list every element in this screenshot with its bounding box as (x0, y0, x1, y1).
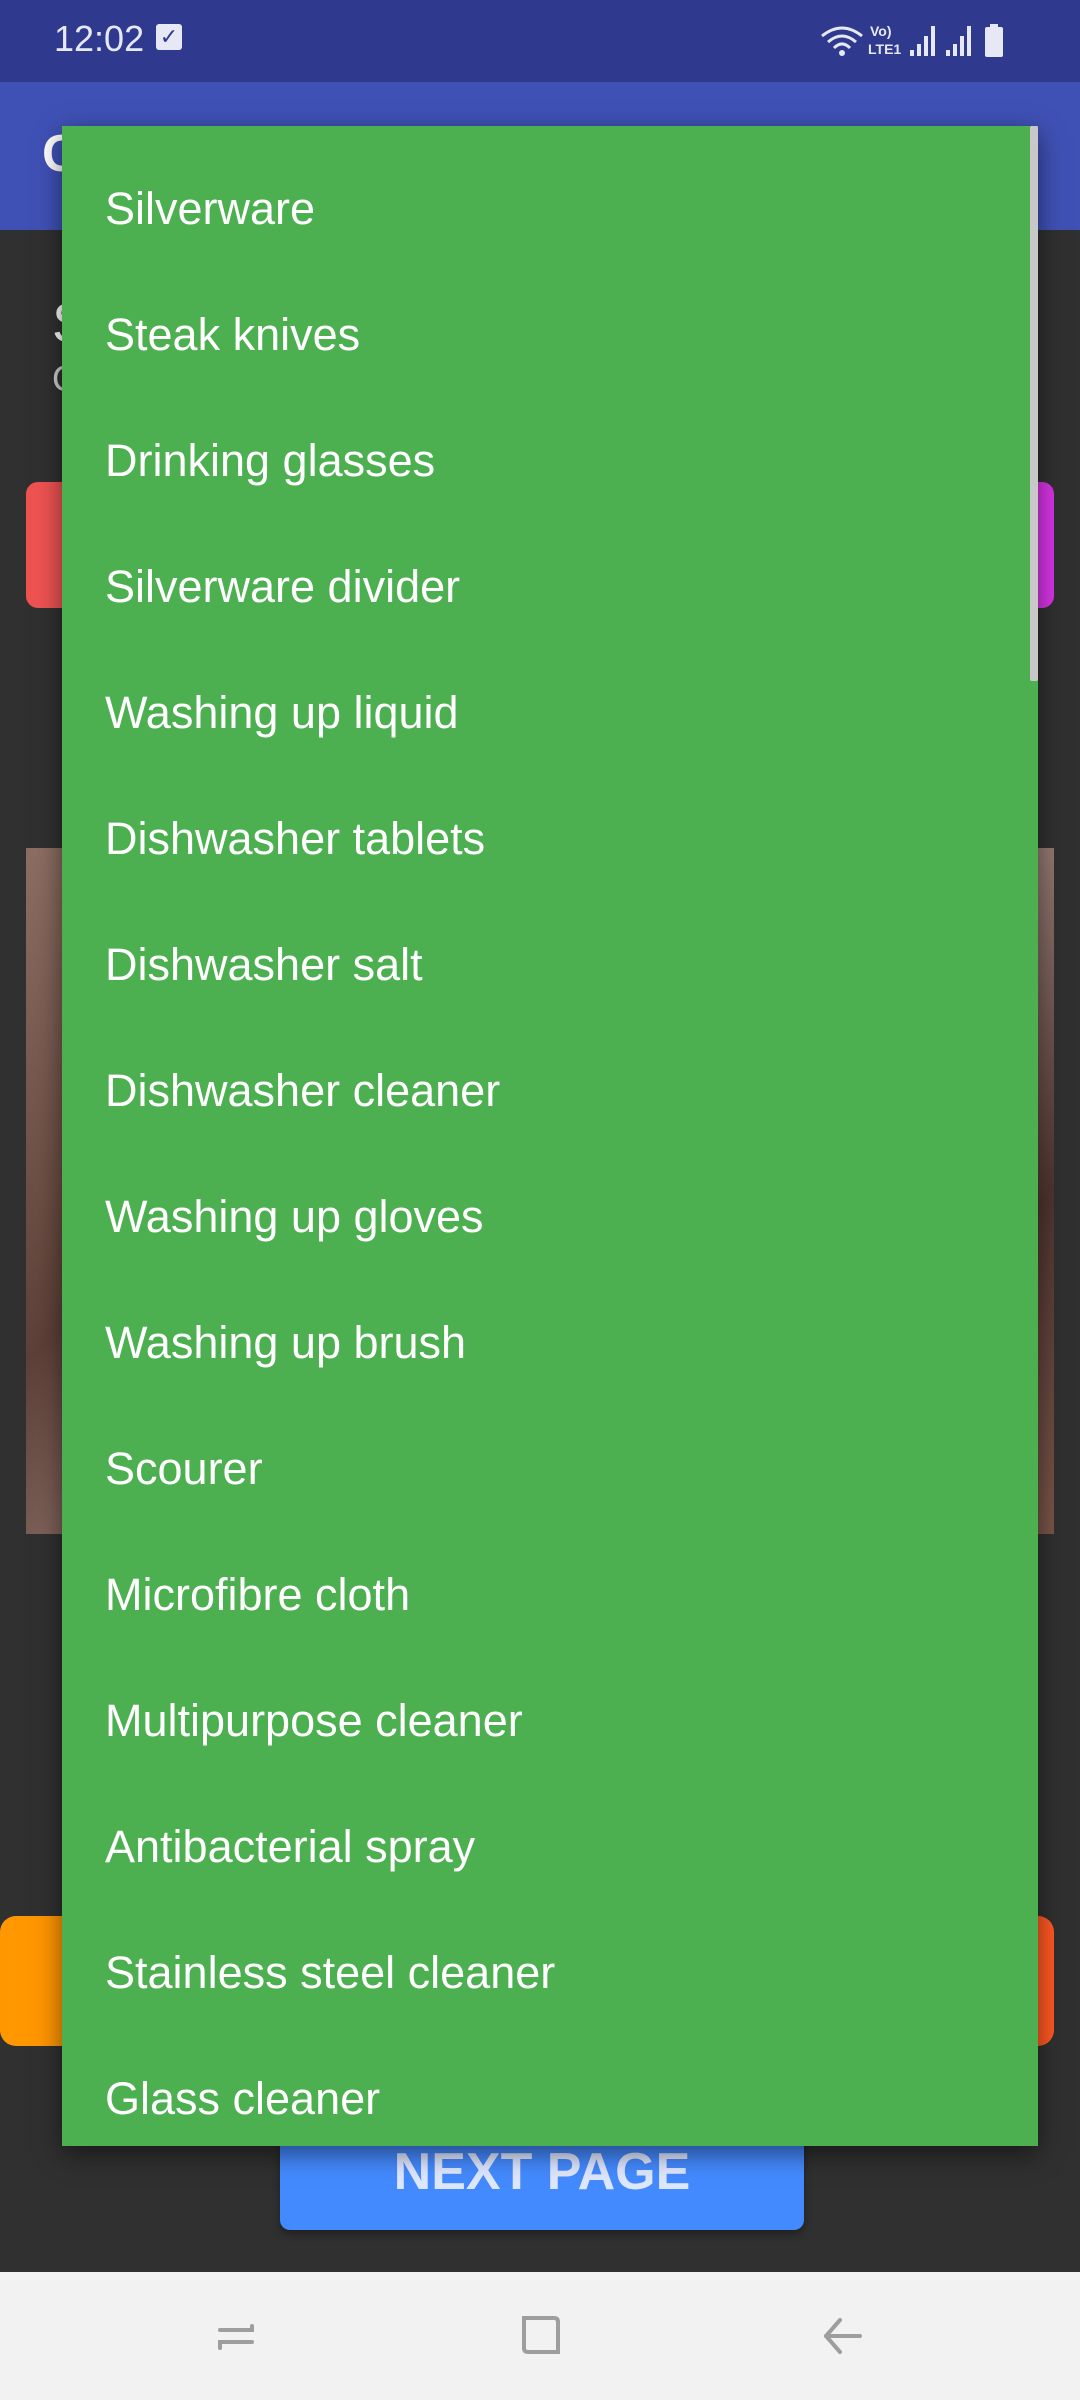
dropdown-item-stainless-steel-cleaner[interactable]: Stainless steel cleaner (62, 1910, 1038, 2036)
dropdown-item-drinking-glasses[interactable]: Drinking glasses (62, 398, 1038, 524)
dropdown-item-washing-up-liquid[interactable]: Washing up liquid (62, 650, 1038, 776)
dropdown-item-antibacterial-spray[interactable]: Antibacterial spray (62, 1784, 1038, 1910)
navigation-bar (0, 2272, 1080, 2400)
dropdown-item-dishwasher-salt[interactable]: Dishwasher salt (62, 902, 1038, 1028)
status-icons: Vo) LTE1 (820, 20, 1032, 60)
back-icon[interactable] (812, 2306, 872, 2366)
svg-text:Vo): Vo) (870, 23, 892, 39)
dropdown-item-microfibre-cloth[interactable]: Microfibre cloth (62, 1532, 1038, 1658)
dropdown-item-glass-cleaner[interactable]: Glass cleaner (62, 2036, 1038, 2146)
dropdown-item-dishwasher-tablets[interactable]: Dishwasher tablets (62, 776, 1038, 902)
wifi-icon (821, 26, 863, 56)
dropdown-list-popup[interactable]: Silverware Steak knives Drinking glasses… (62, 126, 1038, 2146)
recent-apps-icon[interactable] (208, 2306, 268, 2366)
dropdown-item-scourer[interactable]: Scourer (62, 1406, 1038, 1532)
dropdown-item-dishwasher-cleaner[interactable]: Dishwasher cleaner (62, 1028, 1038, 1154)
screen: 12:02 ✓ Vo) LTE1 C NEXT PAGE Silverware … (0, 0, 1080, 2400)
dropdown-item-silverware-divider[interactable]: Silverware divider (62, 524, 1038, 650)
svg-text:LTE1: LTE1 (868, 41, 901, 57)
dropdown-item-silverware[interactable]: Silverware (62, 146, 1038, 272)
volte-lte-icon: Vo) LTE1 (868, 23, 901, 57)
dropdown-item-washing-up-gloves[interactable]: Washing up gloves (62, 1154, 1038, 1280)
checkbox-notification-icon: ✓ (156, 24, 182, 50)
dropdown-item-multipurpose-cleaner[interactable]: Multipurpose cleaner (62, 1658, 1038, 1784)
home-icon[interactable] (510, 2306, 570, 2366)
dropdown-scrollbar[interactable] (1030, 126, 1038, 681)
signal-icon (946, 26, 971, 56)
dropdown-item-washing-up-brush[interactable]: Washing up brush (62, 1280, 1038, 1406)
status-time: 12:02 (54, 18, 145, 59)
dropdown-list: Silverware Steak knives Drinking glasses… (62, 146, 1038, 2146)
battery-icon (985, 24, 1003, 57)
signal-icon (910, 26, 935, 56)
dropdown-item-steak-knives[interactable]: Steak knives (62, 272, 1038, 398)
status-bar: 12:02 ✓ Vo) LTE1 (0, 0, 1080, 82)
